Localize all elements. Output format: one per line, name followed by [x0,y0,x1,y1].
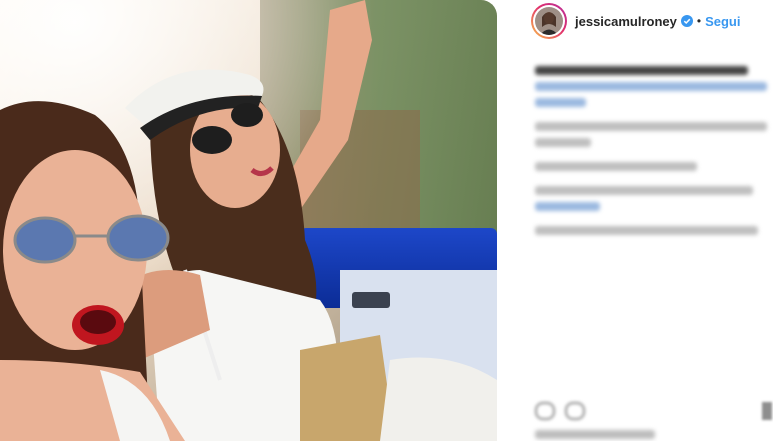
heart-icon[interactable] [535,402,555,420]
username-link[interactable]: jessicamulroney [575,14,677,29]
caption-line [535,98,587,107]
caption-line [535,66,749,75]
caption-line [535,82,767,91]
post-photo[interactable] [0,0,497,441]
comment-line [535,138,591,147]
comment-line [535,186,754,195]
comment-line [535,226,758,235]
bookmark-icon[interactable] [762,402,772,420]
post-photo-drawing [0,0,497,441]
follow-button[interactable]: Segui [705,14,740,29]
comment-line [535,202,600,211]
comment-line [535,122,767,131]
header-separator: • [696,14,702,28]
post-actions [535,402,585,420]
verified-badge-icon [680,15,693,27]
avatar[interactable] [531,3,567,39]
caption-blurred [535,66,767,242]
comment-icon[interactable] [565,402,585,420]
comment-line [535,162,698,171]
avatar-image [533,5,565,37]
avatar-photo-icon [535,7,563,35]
likes-count-blurred [535,430,655,439]
post-header: jessicamulroney • Segui [531,2,741,40]
post-side-panel: jessicamulroney • Segui [497,0,773,441]
